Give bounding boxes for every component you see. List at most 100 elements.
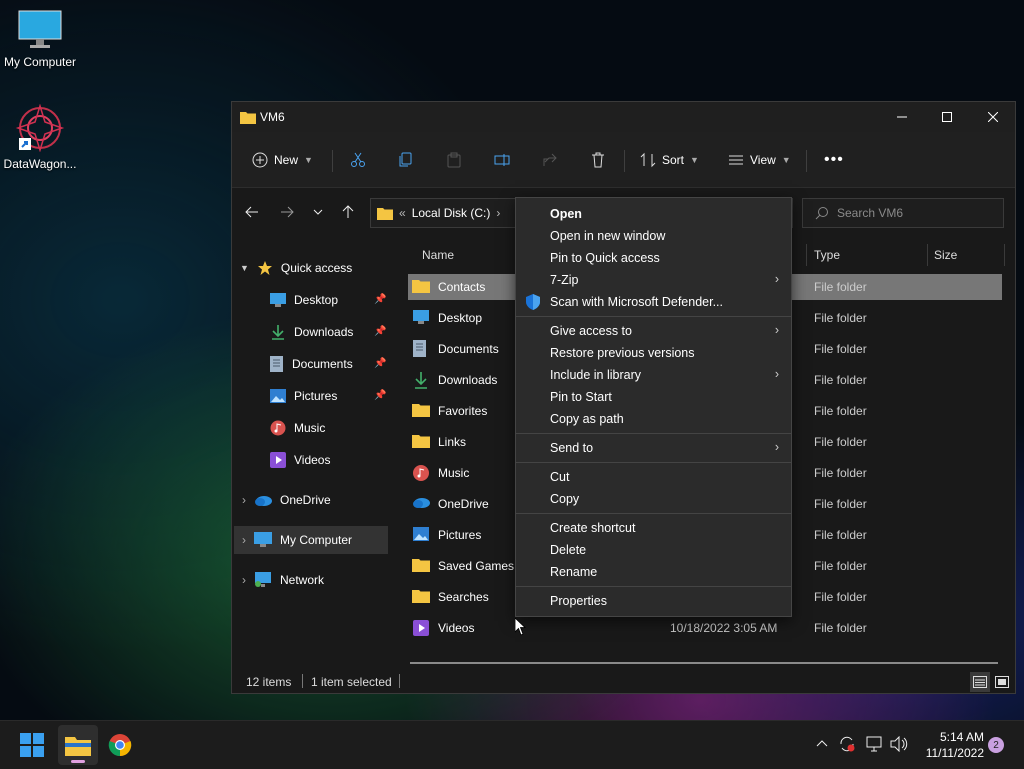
title-bar[interactable]: VM6	[232, 102, 1015, 132]
window-title: VM6	[260, 110, 285, 124]
sidebar-item-label: Pictures	[294, 389, 338, 403]
view-button[interactable]: View ▼	[728, 144, 791, 176]
column-header-type[interactable]: Type	[814, 248, 840, 262]
sidebar-item-quick-access[interactable]: ▼ Quick access	[240, 256, 352, 280]
downloads-icon	[272, 325, 284, 340]
notification-badge[interactable]: 2	[988, 737, 1004, 753]
tiles-view-button[interactable]	[992, 672, 1012, 692]
sidebar-item-my-computer[interactable]: › My Computer	[234, 526, 388, 554]
context-menu-item-open-in-new-window[interactable]: Open in new window	[516, 225, 791, 247]
file-row[interactable]: Videos 10/18/2022 3:05 AM File folder	[408, 615, 1002, 641]
chevron-right-icon: ›	[774, 440, 779, 454]
context-menu-label: Cut	[550, 470, 570, 484]
sidebar-item-downloads[interactable]: Downloads	[270, 320, 353, 344]
desktop-icon-datawagon[interactable]: DataWagon...	[0, 103, 80, 171]
start-button[interactable]	[16, 729, 48, 761]
volume-tray-button[interactable]	[890, 735, 908, 755]
sync-tray-button[interactable]	[838, 735, 856, 756]
copy-button[interactable]	[398, 144, 414, 176]
monitor-icon	[18, 10, 62, 48]
context-menu-item-delete[interactable]: Delete	[516, 539, 791, 561]
context-menu-item-pin-to-quick-access[interactable]: Pin to Quick access	[516, 247, 791, 269]
maximize-button[interactable]	[924, 102, 970, 132]
context-menu-item-pin-to-start[interactable]: Pin to Start	[516, 386, 791, 408]
up-button[interactable]	[340, 204, 356, 223]
paste-button[interactable]	[446, 144, 462, 176]
clock-button[interactable]: 5:14 AM 11/11/2022	[914, 729, 984, 761]
recent-locations-button[interactable]	[312, 204, 324, 223]
sidebar-item-network[interactable]: › Network	[242, 568, 324, 592]
more-options-button[interactable]: •••	[824, 144, 844, 176]
close-button[interactable]	[970, 102, 1016, 132]
chevron-up-icon	[816, 740, 828, 747]
sync-error-icon	[840, 736, 855, 752]
sidebar-item-onedrive[interactable]: › OneDrive	[242, 488, 331, 512]
file-type: File folder	[814, 404, 867, 418]
music-icon	[412, 464, 430, 482]
command-bar: New ▼ Sort ▼ View ▼ •••	[232, 132, 1015, 188]
cut-button[interactable]	[350, 144, 366, 176]
column-divider	[1004, 244, 1005, 266]
minimize-icon	[897, 116, 907, 118]
context-menu-item-cut[interactable]: Cut	[516, 466, 791, 488]
sidebar-item-music[interactable]: Music	[270, 416, 325, 440]
context-menu-item-create-shortcut[interactable]: Create shortcut	[516, 517, 791, 539]
toolbar-divider	[332, 150, 333, 172]
new-button[interactable]: New ▼	[252, 144, 313, 176]
show-hidden-icons-button[interactable]	[816, 737, 828, 751]
delete-button[interactable]	[590, 144, 606, 176]
context-menu-item-7-zip[interactable]: 7-Zip ›	[516, 269, 791, 291]
context-menu-label: 7-Zip	[550, 273, 579, 287]
context-menu-item-include-in-library[interactable]: Include in library ›	[516, 364, 791, 386]
sidebar-item-label: Network	[280, 573, 325, 587]
context-menu-item-open[interactable]: Open	[516, 203, 791, 225]
desktop-icon-label: My Computer	[3, 55, 77, 69]
sidebar-item-label: Documents	[292, 357, 353, 371]
sidebar-item-desktop[interactable]: Desktop	[270, 288, 338, 312]
context-menu-item-properties[interactable]: Properties	[516, 590, 791, 612]
network-tray-icon	[866, 736, 882, 752]
details-view-button[interactable]	[970, 672, 990, 692]
back-button[interactable]	[244, 204, 260, 223]
horizontal-scrollbar[interactable]	[410, 662, 998, 664]
tiles-view-icon	[995, 676, 1009, 688]
arrow-left-icon	[245, 206, 258, 218]
minimize-button[interactable]	[879, 102, 925, 132]
videos-icon	[412, 619, 430, 637]
file-name: Pictures	[438, 528, 482, 542]
sort-button[interactable]: Sort ▼	[640, 144, 699, 176]
taskbar-file-explorer[interactable]	[58, 725, 98, 765]
column-header-name[interactable]: Name	[422, 248, 454, 262]
desktop-icon-label: DataWagon...	[3, 157, 77, 171]
trash-icon	[592, 152, 604, 168]
context-menu-item-send-to[interactable]: Send to ›	[516, 437, 791, 459]
context-menu-item-copy-as-path[interactable]: Copy as path	[516, 408, 791, 430]
column-header-size[interactable]: Size	[934, 248, 957, 262]
folder-icon	[412, 588, 430, 606]
context-menu-item-rename[interactable]: Rename	[516, 561, 791, 583]
taskbar-chrome[interactable]	[104, 729, 136, 761]
share-button[interactable]	[542, 144, 558, 176]
context-menu-item-give-access-to[interactable]: Give access to ›	[516, 320, 791, 342]
rename-button[interactable]	[494, 144, 510, 176]
onedrive-icon	[412, 495, 430, 513]
network-tray-button[interactable]	[866, 736, 884, 755]
forward-button[interactable]	[279, 204, 295, 223]
breadcrumb-overflow[interactable]: «	[399, 206, 406, 220]
sidebar-item-label: My Computer	[280, 533, 353, 547]
context-menu-item-restore-previous-versions[interactable]: Restore previous versions	[516, 342, 791, 364]
search-box[interactable]: Search VM6	[802, 198, 1004, 228]
folder-icon	[412, 433, 430, 451]
context-menu-label: Pin to Start	[550, 390, 612, 404]
breadcrumb-local-disk[interactable]: Local Disk (C:)	[412, 206, 491, 220]
sidebar-item-pictures[interactable]: Pictures	[270, 384, 337, 408]
context-menu-item-copy[interactable]: Copy	[516, 488, 791, 510]
context-menu-item-scan-with-microsoft-defender[interactable]: Scan with Microsoft Defender...	[516, 291, 791, 313]
desktop-icon-my-computer[interactable]: My Computer	[0, 10, 80, 69]
navigation-pane: ▼ Quick access Desktop 📌 Downloads 📌 Doc…	[232, 240, 388, 660]
sidebar-item-documents[interactable]: Documents	[270, 352, 353, 376]
context-menu-separator	[516, 513, 791, 514]
context-menu-label: Give access to	[550, 324, 632, 338]
sidebar-item-videos[interactable]: Videos	[270, 448, 330, 472]
toolbar-divider	[806, 150, 807, 172]
